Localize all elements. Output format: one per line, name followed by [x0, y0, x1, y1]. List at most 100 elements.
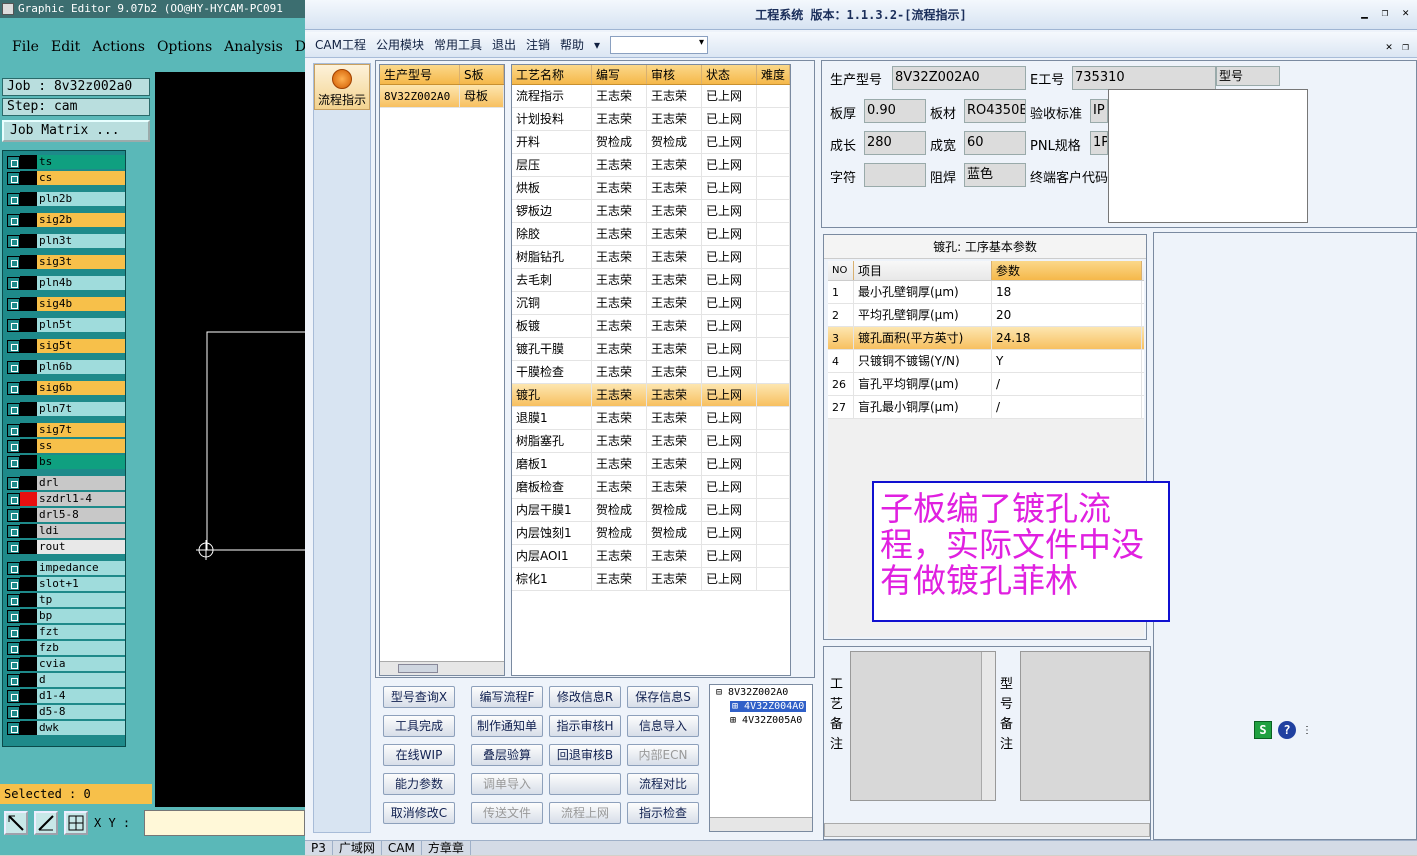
layer-checkbox[interactable] [7, 455, 20, 469]
field-pnl[interactable]: 1P [1090, 131, 1108, 155]
table-row[interactable]: 板镀 王志荣 王志荣 已上网 [512, 315, 790, 338]
layer-checkbox[interactable] [7, 657, 20, 671]
layer-checkbox[interactable] [7, 339, 20, 353]
table-row[interactable]: 棕化1 王志荣 王志荣 已上网 [512, 568, 790, 591]
layer-row[interactable]: fzb [7, 641, 125, 655]
layer-row[interactable]: dwk [7, 721, 125, 735]
layer-checkbox[interactable] [7, 476, 20, 490]
table-row[interactable]: 树脂钻孔 王志荣 王志荣 已上网 [512, 246, 790, 269]
col-item[interactable]: 项目 [854, 261, 992, 280]
tree-root[interactable]: ⊟ 8V32Z002A0 [716, 687, 788, 698]
table-row[interactable]: 沉铜 王志荣 王志荣 已上网 [512, 292, 790, 315]
layer-row[interactable]: fzt [7, 625, 125, 639]
layer-row[interactable]: pln6b [7, 360, 125, 374]
menu-common-module[interactable]: 公用模块 [376, 36, 424, 53]
layer-checkbox[interactable] [7, 721, 20, 735]
table-row[interactable]: 镀孔 王志荣 王志荣 已上网 [512, 384, 790, 407]
table-row[interactable]: 内层AOI1 王志荣 王志荣 已上网 [512, 545, 790, 568]
table-row[interactable]: 开料 贺检成 贺检成 已上网 [512, 131, 790, 154]
status-user[interactable]: 方章章 [422, 841, 471, 855]
layer-checkbox[interactable] [7, 155, 20, 169]
action-button[interactable] [549, 773, 621, 795]
field-character[interactable] [864, 163, 926, 187]
action-button[interactable]: 指示审核H [549, 715, 621, 737]
layer-checkbox[interactable] [7, 492, 20, 506]
layer-checkbox[interactable] [7, 402, 20, 416]
remarks-scrollbar[interactable] [824, 823, 1150, 837]
menu-logout[interactable]: 注销 [526, 36, 550, 53]
menu-file[interactable]: File [12, 39, 39, 55]
table-row[interactable]: 锣板边 王志荣 王志荣 已上网 [512, 200, 790, 223]
table-row[interactable]: 4 只镀铜不镀锡(Y/N) Y [828, 350, 1144, 373]
layer-row[interactable]: ldi [7, 524, 125, 538]
field-width[interactable]: 60 [964, 131, 1026, 155]
process-remark-input[interactable] [850, 651, 996, 801]
remark-scrollbar[interactable] [981, 652, 995, 800]
action-button[interactable]: 流程对比 [627, 773, 699, 795]
minimize-icon[interactable]: ▁ [1361, 6, 1368, 19]
menu-more-icon[interactable]: ▾ [594, 38, 600, 52]
table-row[interactable]: 2 平均孔壁铜厚(μm) 20 [828, 304, 1144, 327]
action-button[interactable]: 回退审核B [549, 744, 621, 766]
field-material[interactable]: RO4350B [964, 99, 1026, 123]
menu-options[interactable]: Options [157, 39, 212, 55]
table-row[interactable]: 层压 王志荣 王志荣 已上网 [512, 154, 790, 177]
field-acceptance[interactable]: IP [1090, 99, 1108, 123]
layer-checkbox[interactable] [7, 255, 20, 269]
layer-checkbox[interactable] [7, 213, 20, 227]
tree-node[interactable]: ⊞ 4V32Z005A0 [730, 715, 802, 726]
layer-checkbox[interactable] [7, 318, 20, 332]
layer-row[interactable]: drl5-8 [7, 508, 125, 522]
layer-checkbox[interactable] [7, 276, 20, 290]
col-param[interactable]: 参数 [992, 261, 1142, 280]
action-button[interactable]: 指示检查 [627, 802, 699, 824]
menu-edit[interactable]: Edit [51, 39, 80, 55]
layer-row[interactable]: slot+1 [7, 577, 125, 591]
layer-checkbox[interactable] [7, 192, 20, 206]
layer-checkbox[interactable] [7, 171, 20, 185]
table-row[interactable]: 去毛刺 王志荣 王志荣 已上网 [512, 269, 790, 292]
mdi-close-icon[interactable]: ✕ [1386, 40, 1393, 53]
col-difficulty[interactable]: 难度 [757, 65, 790, 84]
table-row[interactable]: 镀孔干膜 王志荣 王志荣 已上网 [512, 338, 790, 361]
close-icon[interactable]: ✕ [1402, 6, 1409, 19]
action-button[interactable]: 编写流程F [471, 686, 543, 708]
layer-checkbox[interactable] [7, 297, 20, 311]
action-button[interactable]: 流程上网 [549, 802, 621, 824]
horizontal-scrollbar[interactable] [380, 661, 504, 675]
action-button[interactable]: 叠层验算 [471, 744, 543, 766]
action-button[interactable]: 在线WIP [383, 744, 455, 766]
status-cam[interactable]: CAM [382, 841, 422, 855]
zoom-icon[interactable] [4, 811, 28, 835]
scroll-thumb[interactable] [398, 664, 438, 673]
table-row[interactable]: 退膜1 王志荣 王志荣 已上网 [512, 407, 790, 430]
menu-exit[interactable]: 退出 [492, 36, 516, 53]
layer-row[interactable]: cs [7, 171, 125, 185]
field-solder-mask[interactable]: 蓝色 [964, 163, 1026, 187]
layer-row[interactable]: d [7, 673, 125, 687]
col-reviewer[interactable]: 审核 [647, 65, 702, 84]
layer-row[interactable]: ts [7, 155, 125, 169]
table-row[interactable]: 磨板1 王志荣 王志荣 已上网 [512, 453, 790, 476]
layer-row[interactable]: d1-4 [7, 689, 125, 703]
layer-row[interactable]: bs [7, 455, 125, 469]
col-process-name[interactable]: 工艺名称 [512, 65, 592, 84]
action-button[interactable]: 调单导入 [471, 773, 543, 795]
action-button[interactable]: 能力参数 [383, 773, 455, 795]
table-row[interactable]: 8V32Z002A0 母板 [380, 85, 504, 108]
type-list[interactable] [1108, 89, 1308, 223]
table-row[interactable]: 内层干膜1 贺检成 贺检成 已上网 [512, 499, 790, 522]
layer-row[interactable]: bp [7, 609, 125, 623]
layer-row[interactable]: sig5t [7, 339, 125, 353]
menu-combo-box[interactable] [610, 35, 709, 54]
mdi-restore-icon[interactable]: ❐ [1402, 40, 1409, 53]
s-icon[interactable]: S [1254, 721, 1272, 739]
field-length[interactable]: 280 [864, 131, 926, 155]
table-row[interactable]: 烘板 王志荣 王志荣 已上网 [512, 177, 790, 200]
layer-checkbox[interactable] [7, 508, 20, 522]
layer-row[interactable]: pln4b [7, 276, 125, 290]
grid-icon[interactable] [64, 811, 88, 835]
layer-row[interactable]: pln2b [7, 192, 125, 206]
layer-row[interactable]: pln5t [7, 318, 125, 332]
table-row[interactable]: 树脂塞孔 王志荣 王志荣 已上网 [512, 430, 790, 453]
